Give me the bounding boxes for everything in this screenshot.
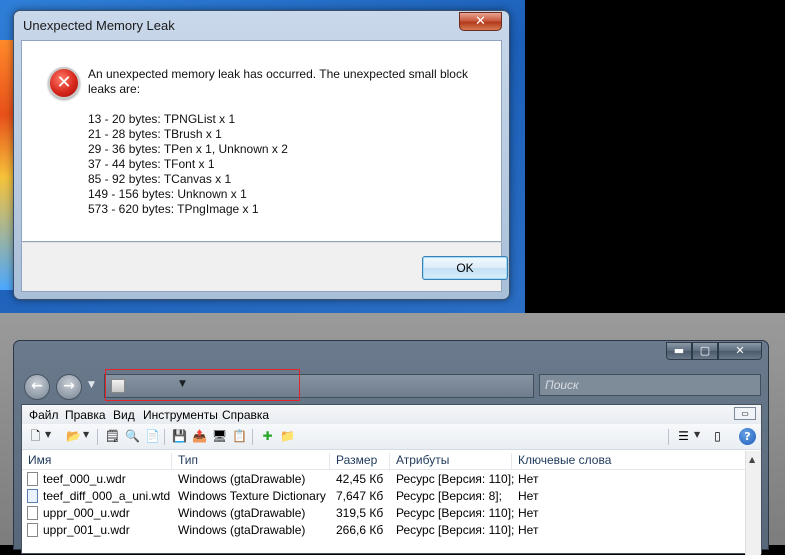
new-file-icon[interactable]: 🗋 — [27, 428, 44, 445]
leak-item: 13 - 20 bytes: TPNGList x 1 — [88, 112, 236, 126]
file-row[interactable]: teef_000_u.wdr Windows (gtaDrawable) 42,… — [22, 471, 746, 488]
column-headers: Имя Тип Размер Атрибуты Ключевые слова — [22, 451, 746, 470]
memory-leak-dialog: Unexpected Memory Leak ✕ ✕ An unexpected… — [13, 10, 510, 300]
search-input[interactable]: Поиск — [539, 374, 761, 396]
black-area — [525, 0, 785, 313]
menu-edit[interactable]: Правка — [65, 408, 106, 422]
preview-icon[interactable]: 🔍 — [124, 428, 141, 445]
toolbar-separator — [164, 429, 165, 445]
explorer-content: Файл Правка Вид Инструменты Справка ▭ 🗋 … — [21, 404, 762, 555]
screen-icon[interactable]: 🖥 — [211, 428, 228, 445]
leak-item: 37 - 44 bytes: TFont x 1 — [88, 157, 215, 171]
file-icon — [27, 506, 38, 520]
close-button[interactable]: ✕ — [718, 342, 762, 360]
dialog-footer: OK — [21, 242, 508, 292]
document-icon[interactable]: 📄 — [144, 428, 161, 445]
file-type: Windows (gtaDrawable) — [178, 472, 306, 486]
menu-bar: Файл Правка Вид Инструменты Справка ▭ — [22, 405, 761, 424]
view-dropdown-icon[interactable]: ▼ — [694, 430, 700, 439]
copy-icon[interactable]: 📋 — [231, 428, 248, 445]
add-icon[interactable]: ✚ — [259, 428, 276, 445]
leak-item: 29 - 36 bytes: TPen x 1, Unknown x 2 — [88, 142, 288, 156]
menu-help[interactable]: Справка — [222, 408, 269, 422]
layout-toggle-icon[interactable]: ▭ — [734, 407, 756, 420]
menu-tools[interactable]: Инструменты — [143, 408, 218, 422]
texture-file-icon — [27, 489, 38, 503]
file-row[interactable]: uppr_000_u.wdr Windows (gtaDrawable) 319… — [22, 505, 746, 522]
leak-item: 21 - 28 bytes: TBrush x 1 — [88, 127, 222, 141]
file-row[interactable]: teef_diff_000_a_uni.wtd Windows Texture … — [22, 488, 746, 505]
file-name: uppr_001_u.wdr — [43, 523, 130, 537]
error-icon: ✕ — [48, 67, 80, 99]
file-keywords: Нет — [518, 472, 539, 486]
file-icon — [27, 472, 38, 486]
open-folder-icon[interactable]: 📂 — [65, 428, 82, 445]
menu-file[interactable]: Файл — [29, 408, 59, 422]
leak-item: 85 - 92 bytes: TCanvas x 1 — [88, 172, 232, 186]
file-type: Windows (gtaDrawable) — [178, 523, 306, 537]
explorer-window: ▬ ▢ ✕ ← → ▼ ▼ Поиск Файл Правка Вид Инст… — [13, 340, 769, 555]
file-attributes: Ресурс [Версия: 110]; — [396, 472, 515, 486]
ok-button[interactable]: OK — [422, 256, 508, 280]
back-button[interactable]: ← — [24, 374, 50, 400]
file-name: teef_000_u.wdr — [43, 472, 126, 486]
dialog-title: Unexpected Memory Leak — [23, 18, 175, 33]
leak-list: 13 - 20 bytes: TPNGList x 1 21 - 28 byte… — [88, 112, 288, 217]
file-type: Windows (gtaDrawable) — [178, 506, 306, 520]
recent-pages-dropdown-icon[interactable]: ▼ — [88, 380, 100, 394]
file-keywords: Нет — [518, 506, 539, 520]
new-folder-icon[interactable]: 📁 — [279, 428, 296, 445]
file-keywords: Нет — [518, 523, 539, 537]
export-icon[interactable]: 📤 — [191, 428, 208, 445]
file-row[interactable]: uppr_001_u.wdr Windows (gtaDrawable) 266… — [22, 522, 746, 539]
forward-button[interactable]: → — [56, 374, 82, 400]
vertical-scrollbar[interactable]: ▲ — [745, 451, 761, 555]
toolbar-separator — [252, 429, 253, 445]
file-size: 42,45 Кб — [336, 472, 384, 486]
toolbar-separator — [97, 429, 98, 445]
file-attributes: Ресурс [Версия: 8]; — [396, 489, 502, 503]
dialog-content: ✕ An unexpected memory leak has occurred… — [21, 40, 502, 242]
file-size: 7,647 Кб — [336, 489, 384, 503]
file-size: 266,6 Кб — [336, 523, 384, 537]
preview-pane-icon[interactable]: ▯ — [709, 428, 726, 445]
view-options-icon[interactable]: ☰ — [675, 428, 692, 445]
menu-view[interactable]: Вид — [113, 408, 135, 422]
file-size: 319,5 Кб — [336, 506, 384, 520]
leak-item: 573 - 620 bytes: TPngImage x 1 — [88, 202, 259, 216]
window-controls: ▬ ▢ ✕ — [666, 342, 762, 360]
maximize-button[interactable]: ▢ — [692, 342, 718, 360]
file-type: Windows Texture Dictionary — [178, 489, 326, 503]
column-attributes[interactable]: Атрибуты — [390, 453, 512, 470]
file-list: teef_000_u.wdr Windows (gtaDrawable) 42,… — [22, 471, 746, 539]
column-name[interactable]: Имя — [22, 453, 172, 470]
properties-icon[interactable]: 🗒 — [104, 428, 121, 445]
file-attributes: Ресурс [Версия: 110]; — [396, 523, 515, 537]
file-keywords: Нет — [518, 489, 539, 503]
file-attributes: Ресурс [Версия: 110]; — [396, 506, 515, 520]
open-dropdown-icon[interactable]: ▼ — [83, 430, 89, 439]
leak-item: 149 - 156 bytes: Unknown x 1 — [88, 187, 247, 201]
scroll-up-icon[interactable]: ▲ — [749, 455, 755, 464]
toolbar: 🗋 ▼ 📂 ▼ 🗒 🔍 📄 💾 📤 🖥 📋 ✚ 📁 ☰ ▼ ▯ ? — [22, 424, 761, 450]
dialog-close-button[interactable]: ✕ — [459, 12, 502, 31]
column-size[interactable]: Размер — [330, 453, 390, 470]
save-icon[interactable]: 💾 — [171, 428, 188, 445]
new-dropdown-icon[interactable]: ▼ — [45, 430, 51, 439]
file-name: uppr_000_u.wdr — [43, 506, 130, 520]
minimize-button[interactable]: ▬ — [666, 342, 692, 360]
toolbar-separator — [668, 429, 669, 445]
file-icon — [27, 523, 38, 537]
dialog-message: An unexpected memory leak has occurred. … — [88, 67, 468, 96]
column-type[interactable]: Тип — [172, 453, 330, 470]
help-icon[interactable]: ? — [739, 428, 756, 445]
column-keywords[interactable]: Ключевые слова — [512, 453, 746, 470]
address-highlight-box — [105, 369, 300, 401]
file-name: teef_diff_000_a_uni.wtd — [43, 489, 171, 503]
